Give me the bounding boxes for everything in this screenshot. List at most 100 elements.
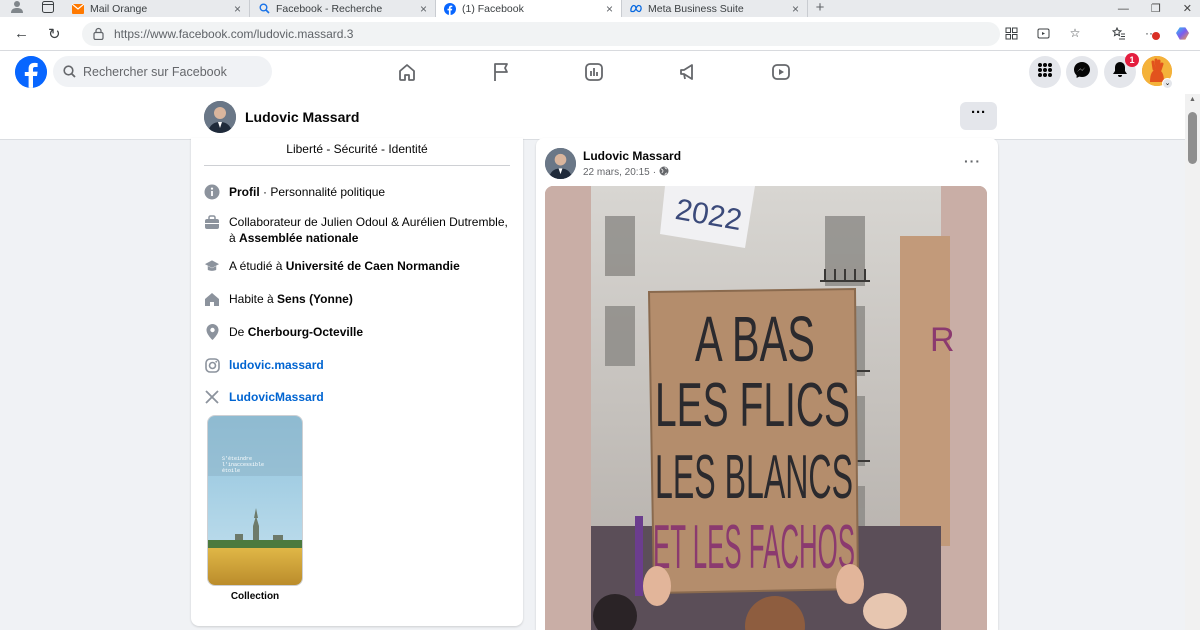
facebook-icon [444, 2, 456, 15]
tab-meta-business-suite[interactable]: Meta Business Suite × [622, 0, 808, 17]
post-card: Ludovic Massard 22 mars, 20:15 · ··· 202… [536, 138, 998, 630]
search-icon [258, 3, 270, 15]
x-logo-icon [204, 389, 220, 405]
close-icon[interactable]: × [606, 2, 613, 16]
messenger-icon [1073, 61, 1091, 84]
read-aloud-icon[interactable] [1036, 26, 1050, 40]
location-pin-icon [204, 324, 220, 340]
overlay-line: étoile [222, 468, 241, 474]
intro-instagram: ludovic.massard [204, 357, 324, 373]
post-photo[interactable]: 2022 R A BAS LES FLICS LES BLANCS ET LES… [545, 186, 987, 630]
extension-badge [1152, 32, 1160, 40]
right-sign-glyph: R [930, 321, 955, 359]
tab-facebook-recherche[interactable]: Facebook - Recherche × [250, 0, 436, 17]
browser-tab-bar: Mail Orange × Facebook - Recherche × (1)… [0, 0, 1200, 17]
new-tab-button[interactable]: + [808, 0, 832, 17]
facebook-header: Rechercher sur Facebook [0, 51, 1200, 94]
profile-sticky-bar: Ludovic Massard ··· [0, 94, 1185, 140]
close-icon[interactable]: × [420, 2, 427, 16]
profile-avatar-image [204, 101, 236, 133]
featured-collection[interactable]: S'éteindre l'inaccessible étoile [207, 415, 303, 586]
intro-x: LudovicMassard [204, 389, 324, 405]
close-icon[interactable]: × [792, 2, 799, 16]
tab-actions-icon[interactable] [42, 0, 54, 18]
lives-text: Habite à [229, 292, 274, 306]
browser-tab-controls [0, 0, 64, 17]
tab-facebook[interactable]: (1) Facebook × [436, 0, 622, 17]
briefcase-icon [204, 214, 220, 230]
meta-icon [630, 3, 642, 15]
tab-mail-orange[interactable]: Mail Orange × [64, 0, 250, 17]
from-place[interactable]: Cherbourg-Octeville [248, 325, 363, 339]
from-text: De [229, 325, 245, 339]
apps-icon[interactable] [1004, 26, 1018, 40]
x-link[interactable]: LudovicMassard [229, 389, 324, 405]
tab-title: (1) Facebook [462, 2, 524, 15]
page-scrollbar[interactable]: ▲ [1185, 94, 1200, 630]
toolbar-icons: ☆ ··· [1004, 26, 1190, 40]
nav-ads-megaphone-icon[interactable] [677, 61, 699, 83]
facebook-search-input[interactable]: Rechercher sur Facebook [53, 56, 272, 87]
maximize-icon[interactable]: ❐ [1151, 2, 1161, 15]
account-chevron-down-icon[interactable]: ⌄ [1162, 78, 1173, 89]
messenger-button[interactable] [1066, 56, 1098, 88]
refresh-icon[interactable]: ↻ [48, 25, 61, 43]
close-icon[interactable]: × [234, 2, 241, 16]
close-window-icon[interactable]: ✕ [1183, 2, 1192, 15]
sign-line-3: LES BLANCS [655, 443, 853, 512]
study-place[interactable]: Université de Caen Normandie [286, 259, 460, 273]
facebook-logo-icon[interactable] [15, 56, 47, 88]
browser-toolbar: ← ↻ https://www.facebook.com/ludovic.mas… [0, 17, 1200, 51]
protest-sign-photo: 2022 R A BAS LES FLICS LES BLANCS ET LES… [545, 186, 987, 630]
window-controls: — ❐ ✕ [1118, 0, 1192, 17]
intro-lives-in: Habite à Sens (Yonne) [204, 291, 353, 307]
profile-more-button[interactable]: ··· [960, 102, 997, 130]
divider [204, 165, 510, 166]
copilot-icon[interactable] [1176, 26, 1190, 40]
globe-icon [659, 166, 669, 179]
nav-video-icon[interactable] [770, 61, 792, 83]
nav-pages-flag-icon[interactable] [490, 61, 512, 83]
favorite-star-icon[interactable]: ☆ [1068, 26, 1082, 40]
extensions-icon[interactable]: ··· [1144, 26, 1160, 40]
post-meta: 22 mars, 20:15 · [583, 166, 669, 179]
profile-type-value: Personnalité politique [270, 185, 386, 199]
separator-dot: · [652, 167, 657, 178]
nav-home-icon[interactable] [396, 61, 418, 83]
intro-education: A étudié à Université de Caen Normandie [204, 258, 460, 274]
menu-grid-button[interactable] [1029, 56, 1061, 88]
intro-profile-type: Profil · Personnalité politique [204, 184, 385, 200]
favorites-icon[interactable] [1112, 26, 1126, 40]
tab-title: Meta Business Suite [648, 2, 744, 15]
intro-work: Collaborateur de Julien Odoul & Aurélien… [204, 214, 510, 246]
back-icon[interactable]: ← [14, 25, 29, 42]
profile-avatar[interactable] [204, 101, 236, 133]
sign-line-2: LES FLICS [655, 371, 850, 440]
info-icon [204, 184, 220, 200]
work-place[interactable]: Assemblée nationale [239, 231, 358, 245]
address-bar[interactable]: https://www.facebook.com/ludovic.massard… [82, 22, 1000, 46]
study-text: A étudié à [229, 259, 283, 273]
post-author-avatar[interactable] [545, 148, 576, 179]
instagram-link[interactable]: ludovic.massard [229, 357, 324, 373]
minimize-icon[interactable]: — [1118, 3, 1129, 15]
tab-title: Facebook - Recherche [276, 2, 383, 15]
search-icon [63, 65, 76, 78]
profile-motto: Liberté - Sécurité - Identité [286, 142, 428, 156]
intro-card: Liberté - Sécurité - Identité Profil · P… [191, 138, 523, 626]
nav-insights-icon[interactable] [583, 61, 605, 83]
scroll-up-icon[interactable]: ▲ [1189, 96, 1196, 103]
profile-name[interactable]: Ludovic Massard [245, 109, 359, 125]
post-date[interactable]: 22 mars, 20:15 [583, 167, 650, 178]
notification-count-badge: 1 [1125, 53, 1139, 67]
scrollbar-thumb[interactable] [1188, 112, 1197, 164]
post-author-name[interactable]: Ludovic Massard [583, 149, 681, 163]
tab-title: Mail Orange [90, 2, 148, 15]
lock-icon[interactable] [92, 27, 106, 41]
post-more-button[interactable]: ··· [964, 153, 981, 169]
post-author-avatar-image [545, 148, 576, 179]
profile-type-label: Profil [229, 185, 260, 199]
lives-place[interactable]: Sens (Yonne) [277, 292, 353, 306]
profile-icon[interactable] [10, 0, 24, 18]
collection-label: Collection [230, 591, 280, 602]
